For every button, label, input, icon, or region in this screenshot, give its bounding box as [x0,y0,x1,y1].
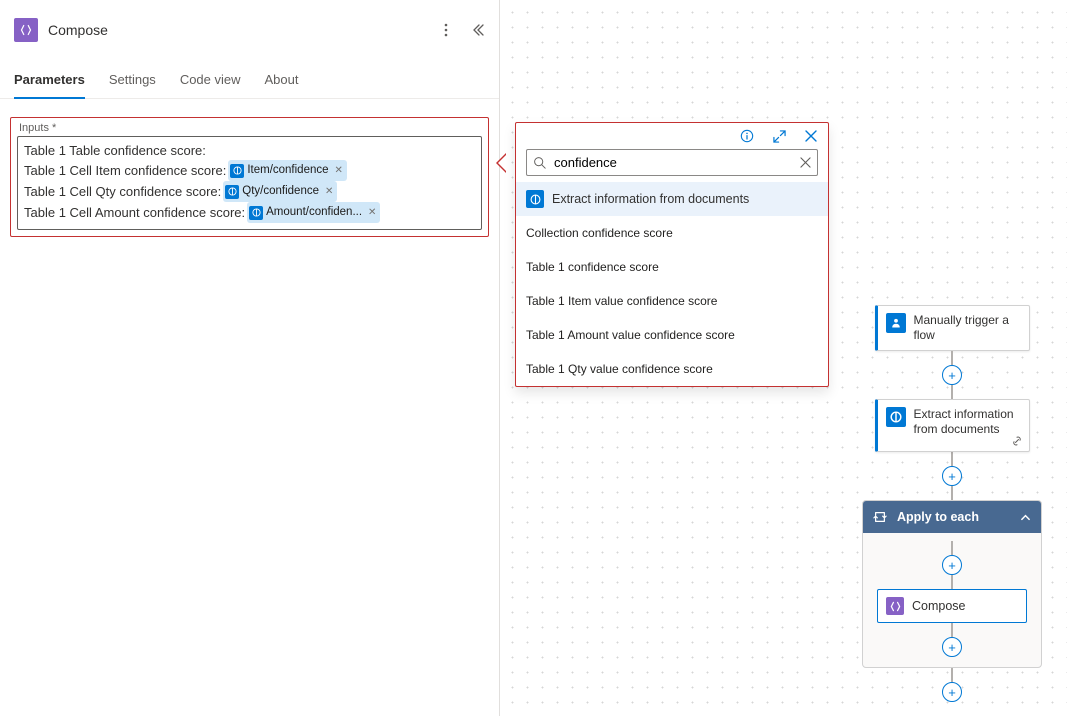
compose-node-label: Compose [912,599,966,613]
connector-line [951,385,953,399]
input-line-text: Table 1 Cell Item confidence score: [24,161,226,180]
search-icon [533,156,546,169]
dynamic-content-popover: Extract information from documents Colle… [515,122,829,387]
add-step-button[interactable]: + [942,555,962,575]
token-source-icon [225,185,239,199]
input-line-text: Table 1 Cell Qty confidence score: [24,182,221,201]
tab-about[interactable]: About [265,64,299,98]
flow-node-label: Manually trigger a flow [914,313,1021,343]
flow-graph: Manually trigger a flow + Extract inform… [872,305,1032,702]
tab-parameters[interactable]: Parameters [14,64,85,99]
add-step-button[interactable]: + [942,637,962,657]
apply-to-each-container: Apply to each + Compose + [862,500,1042,668]
connector-line [951,623,953,637]
clear-search-icon[interactable] [800,157,811,168]
collapse-icon[interactable] [471,23,485,37]
suggestion-source-header[interactable]: Extract information from documents [516,182,828,216]
connector-line [951,452,953,466]
more-icon[interactable] [439,23,453,37]
add-step-button[interactable]: + [942,682,962,702]
token-label: Item/confidence [247,161,328,180]
dynamic-token[interactable]: Amount/confiden... ✕ [247,202,380,223]
input-line: Table 1 Cell Amount confidence score: Am… [24,202,475,223]
suggestion-item[interactable]: Table 1 Amount value confidence score [516,318,828,352]
input-line-text: Table 1 Cell Amount confidence score: [24,203,245,222]
inputs-label: Inputs * [19,122,482,134]
input-line: Table 1 Cell Qty confidence score: Qty/c… [24,181,475,202]
tab-code-view[interactable]: Code view [180,64,241,98]
flow-canvas[interactable]: Extract information from documents Colle… [500,0,1067,716]
search-field-wrapper [526,149,818,176]
token-remove-icon[interactable]: ✕ [335,161,343,180]
suggestion-item[interactable]: Collection confidence score [516,216,828,250]
dynamic-token[interactable]: Item/confidence ✕ [228,160,347,181]
add-step-button[interactable]: + [942,365,962,385]
connector-line [951,668,953,682]
flow-node-extract[interactable]: Extract information from documents [875,399,1030,452]
source-title: Extract information from documents [552,192,749,206]
token-label: Qty/confidence [242,182,319,201]
inputs-highlight-box: Inputs * Table 1 Table confidence score:… [10,117,489,237]
expand-icon[interactable] [772,129,786,143]
loop-icon [873,510,887,524]
token-label: Amount/confiden... [266,203,362,222]
connector-line [951,575,953,589]
add-step-button[interactable]: + [942,466,962,486]
inputs-field[interactable]: Table 1 Table confidence score: Table 1 … [17,136,482,230]
dynamic-token[interactable]: Qty/confidence ✕ [223,181,337,202]
token-source-icon [249,206,263,220]
token-remove-icon[interactable]: ✕ [368,203,376,222]
tab-settings[interactable]: Settings [109,64,156,98]
panel-header: Compose [0,18,499,56]
suggestion-item[interactable]: Table 1 Item value confidence score [516,284,828,318]
flow-node-trigger[interactable]: Manually trigger a flow [875,305,1030,351]
connector-line [951,541,953,555]
flow-node-label: Extract information from documents [914,407,1021,437]
settings-tabs: Parameters Settings Code view About [0,64,499,99]
trigger-icon [886,313,906,333]
input-line: Table 1 Cell Item confidence score: Item… [24,160,475,181]
apply-to-each-header[interactable]: Apply to each [863,501,1041,533]
chevron-up-icon[interactable] [1020,512,1031,523]
link-icon [1011,435,1023,447]
compose-action-icon [14,18,38,42]
compose-node-icon [886,597,904,615]
token-remove-icon[interactable]: ✕ [325,182,333,201]
popover-pointer [496,153,506,173]
token-source-icon [230,164,244,178]
flow-node-compose[interactable]: Compose [877,589,1027,623]
apply-header-label: Apply to each [897,510,979,524]
search-input[interactable] [552,154,794,171]
source-icon [526,190,544,208]
close-icon[interactable] [804,129,818,143]
connector-line [951,351,953,365]
suggestion-item[interactable]: Table 1 confidence score [516,250,828,284]
properties-panel: Compose Parameters Settings Code view Ab… [0,0,500,716]
panel-title: Compose [48,22,439,38]
input-line-text: Table 1 Table confidence score: [24,141,206,160]
info-icon[interactable] [740,129,754,143]
suggestion-item[interactable]: Table 1 Qty value confidence score [516,352,828,386]
extract-icon [886,407,906,427]
input-line: Table 1 Table confidence score: [24,141,475,160]
connector-line [951,486,953,500]
